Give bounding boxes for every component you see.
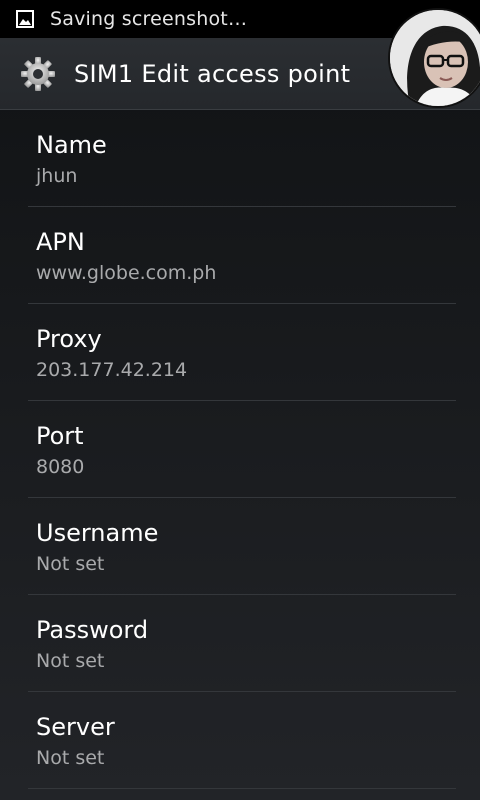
item-value: Not set: [36, 650, 105, 672]
list-item-proxy[interactable]: Proxy 203.177.42.214: [0, 304, 480, 401]
list-item-port[interactable]: Port 8080: [0, 401, 480, 498]
list-item-apn[interactable]: APN www.globe.com.ph: [0, 207, 480, 304]
item-value: www.globe.com.ph: [36, 262, 217, 284]
item-label: Password: [36, 616, 149, 644]
list-item-password[interactable]: Password Not set: [0, 595, 480, 692]
item-label: Server: [36, 713, 115, 741]
item-label: Username: [36, 519, 159, 547]
list-item-username[interactable]: Username Not set: [0, 498, 480, 595]
avatar[interactable]: [390, 10, 480, 106]
avatar-photo: [390, 10, 480, 106]
apn-settings-list: Name jhun APN www.globe.com.ph Proxy 203…: [0, 110, 480, 789]
item-value: 8080: [36, 456, 85, 478]
image-icon: [16, 10, 34, 28]
item-value: Not set: [36, 747, 105, 769]
notification-text: Saving screenshot…: [50, 8, 248, 30]
item-label: Proxy: [36, 325, 102, 353]
item-value: Not set: [36, 553, 105, 575]
list-item-name[interactable]: Name jhun: [0, 110, 480, 207]
item-label: Port: [36, 422, 84, 450]
divider: [28, 788, 456, 789]
list-item-server[interactable]: Server Not set: [0, 692, 480, 789]
item-value: jhun: [36, 165, 78, 187]
item-label: Name: [36, 131, 107, 159]
gear-icon[interactable]: [20, 56, 56, 92]
item-value: 203.177.42.214: [36, 359, 188, 381]
page-title: SIM1 Edit access point: [74, 59, 351, 88]
item-label: APN: [36, 228, 85, 256]
apn-edit-screen: Saving screenshot… SIM1 Edit access poin…: [0, 0, 480, 800]
